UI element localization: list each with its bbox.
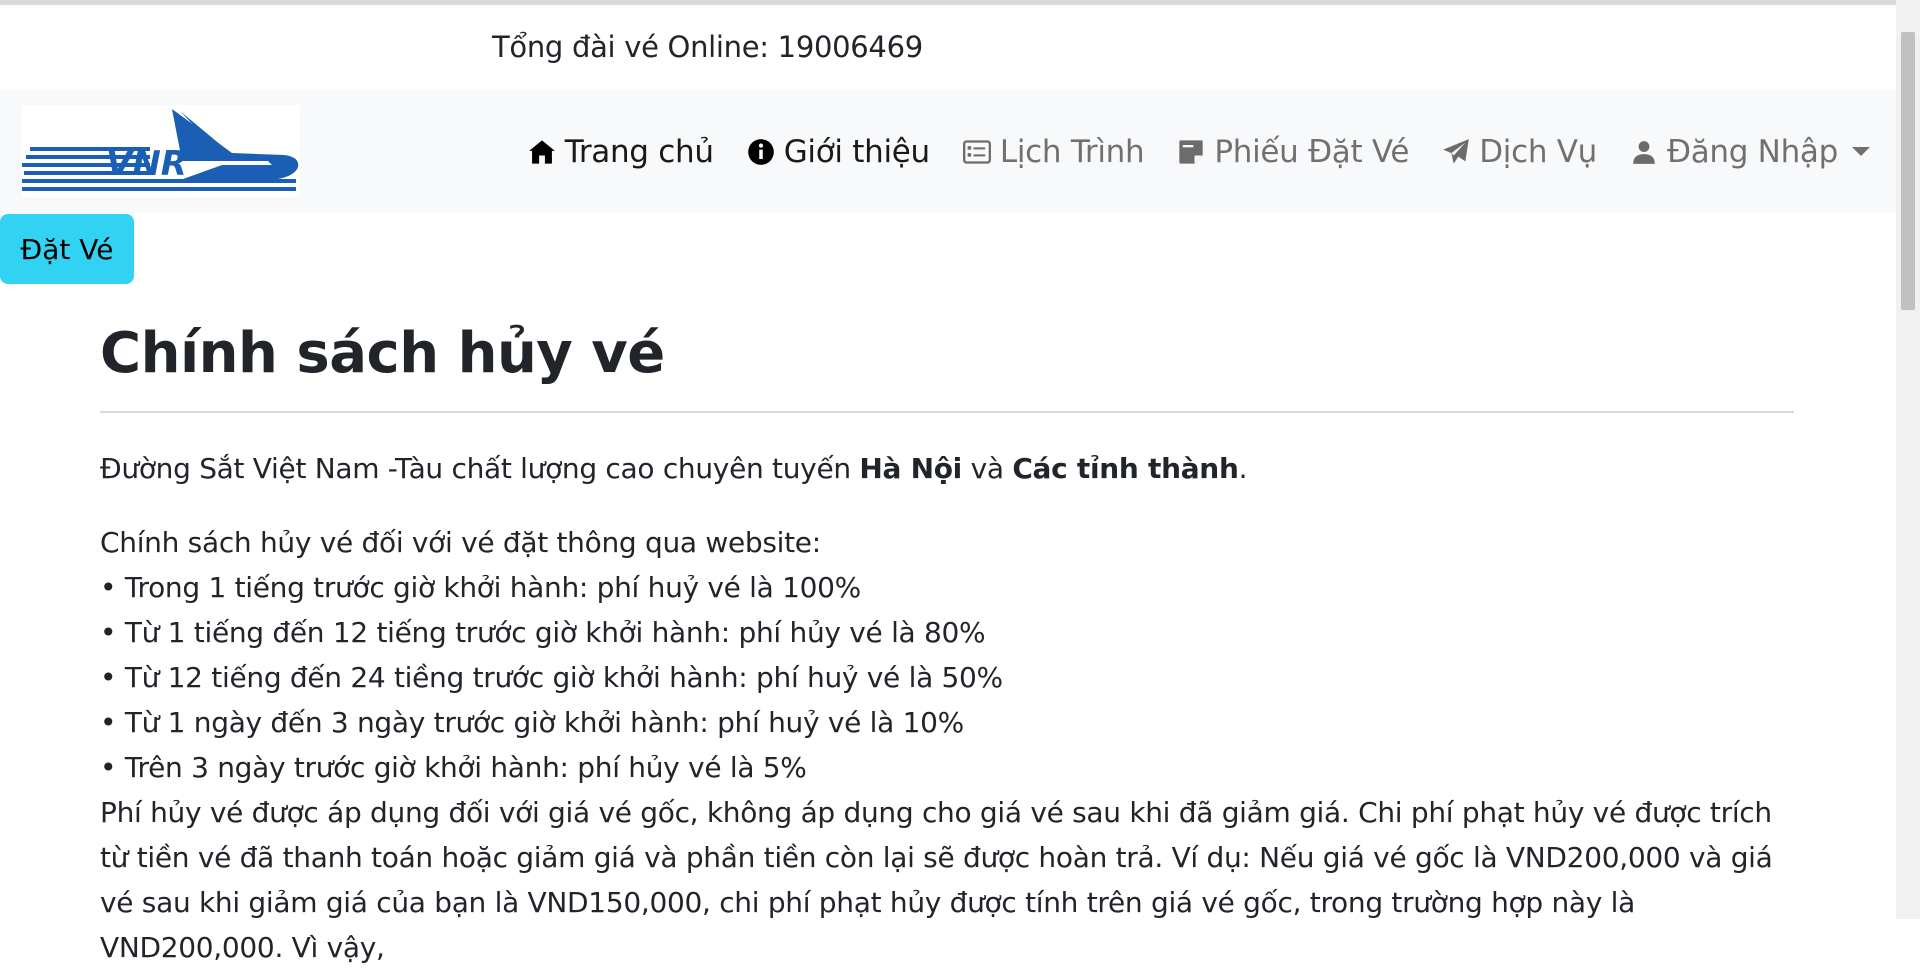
nav-schedule[interactable]: Lịch Trình — [962, 133, 1145, 170]
policy-rule: • Từ 1 tiếng đến 12 tiếng trước giờ khởi… — [100, 616, 986, 649]
nav-services[interactable]: Dịch Vụ — [1441, 134, 1597, 170]
intro-part-2: và — [961, 452, 1013, 485]
nav-about[interactable]: Giới thiệu — [746, 134, 930, 170]
intro-part-1: Đường Sắt Việt Nam -Tàu chất lượng cao c… — [100, 452, 860, 485]
page-scrollbar[interactable] — [1896, 0, 1920, 919]
policy-rule: • Từ 1 ngày đến 3 ngày trước giờ khởi hà… — [100, 706, 964, 739]
page-title: Chính sách hủy vé — [100, 321, 665, 386]
nav-home-label: Trang chủ — [564, 133, 714, 170]
main-nav: Trang chủ Giới thiệu Lịch Trình Phiếu Đặ… — [495, 90, 1870, 213]
navbar: VNR Trang chủ Giới thiệu Lịch Trình Phiế… — [0, 90, 1896, 213]
vnr-logo[interactable]: VNR — [22, 105, 300, 197]
send-icon — [1441, 137, 1471, 167]
schedule-icon — [962, 137, 992, 167]
top-border — [0, 0, 1920, 5]
main-content: Chính sách hủy vé Đường Sắt Việt Nam -Tà… — [100, 310, 1794, 964]
policy-rule: • Trong 1 tiếng trước giờ khởi hành: phí… — [100, 571, 861, 604]
policy-rule: • Từ 12 tiếng đến 24 tiềng trước giờ khở… — [100, 661, 1003, 694]
chevron-down-icon — [1852, 147, 1870, 156]
scrollbar-thumb[interactable] — [1901, 32, 1915, 310]
nav-ticket[interactable]: Phiếu Đặt Vé — [1176, 134, 1409, 170]
book-ticket-button[interactable]: Đặt Vé — [0, 214, 134, 284]
ticket-icon — [1176, 137, 1206, 167]
info-icon — [746, 137, 776, 167]
intro-part-3: . — [1238, 452, 1248, 485]
hotline-text: Tổng đài vé Online: 19006469 — [492, 30, 923, 64]
nav-login-dropdown[interactable]: Đăng Nhập — [1629, 134, 1870, 170]
policy-note: Phí hủy vé được áp dụng đối với giá vé g… — [100, 796, 1773, 964]
policy-rule: • Trên 3 ngày trước giờ khởi hành: phí h… — [100, 751, 807, 784]
home-icon — [527, 137, 557, 167]
nav-ticket-label: Phiếu Đặt Vé — [1214, 133, 1410, 170]
policy-heading: Chính sách hủy vé đối với vé đặt thông q… — [100, 526, 821, 559]
policy-section: Chính sách hủy vé đối với vé đặt thông q… — [100, 520, 1794, 970]
divider — [100, 411, 1794, 413]
intro-bold-provinces: Các tỉnh thành — [1012, 452, 1239, 485]
intro-bold-hanoi: Hà Nội — [859, 452, 962, 485]
logo-text: VNR — [106, 144, 187, 184]
user-icon — [1629, 137, 1659, 167]
vnr-logo-icon: VNR — [22, 109, 299, 191]
nav-about-label: Giới thiệu — [783, 133, 931, 170]
nav-login-label: Đăng Nhập — [1666, 133, 1838, 170]
nav-home[interactable]: Trang chủ — [527, 134, 714, 170]
nav-services-label: Dịch Vụ — [1479, 133, 1597, 170]
nav-schedule-label: Lịch Trình — [999, 133, 1145, 170]
intro-text: Đường Sắt Việt Nam -Tàu chất lượng cao c… — [100, 445, 1247, 493]
